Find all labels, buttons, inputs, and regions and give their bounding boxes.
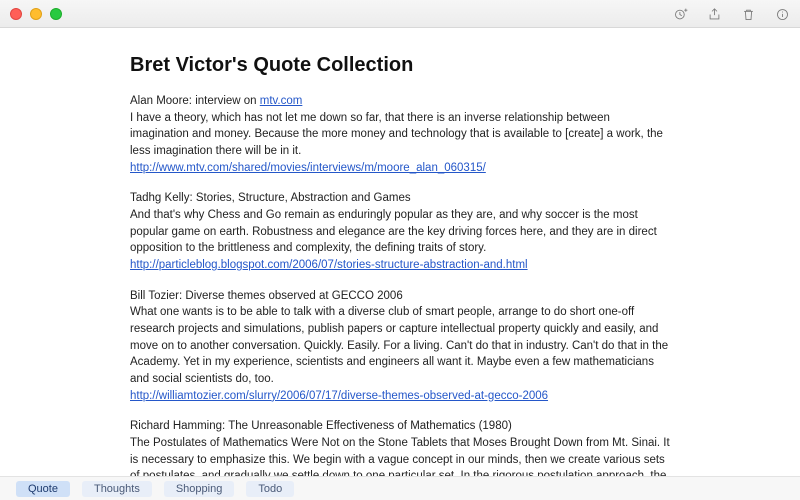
quote-text: What one wants is to be able to talk wit… — [130, 304, 670, 387]
trash-icon[interactable] — [740, 6, 756, 22]
quote-source-link[interactable]: mtv.com — [260, 95, 303, 107]
quote-entry: Richard Hamming: The Unreasonable Effect… — [130, 418, 670, 476]
tab-thoughts[interactable]: Thoughts — [82, 481, 152, 497]
note-content-area[interactable]: Bret Victor's Quote Collection Alan Moor… — [0, 28, 800, 476]
note-tab-bar: Quote Thoughts Shopping Todo — [0, 476, 800, 500]
quote-entry: Bill Tozier: Diverse themes observed at … — [130, 288, 670, 405]
quote-source: Richard Hamming: The Unreasonable Effect… — [130, 418, 670, 435]
minimize-window-button[interactable] — [30, 8, 42, 20]
quote-entry: Tadhg Kelly: Stories, Structure, Abstrac… — [130, 190, 670, 273]
quote-url[interactable]: http://particleblog.blogspot.com/2006/07… — [130, 259, 528, 271]
note-body: Bret Victor's Quote Collection Alan Moor… — [130, 54, 670, 476]
info-icon[interactable] — [774, 6, 790, 22]
tab-quote[interactable]: Quote — [16, 481, 70, 497]
quote-url[interactable]: http://williamtozier.com/slurry/2006/07/… — [130, 390, 548, 402]
note-title: Bret Victor's Quote Collection — [130, 54, 670, 77]
clock-add-icon[interactable] — [672, 6, 688, 22]
close-window-button[interactable] — [10, 8, 22, 20]
share-icon[interactable] — [706, 6, 722, 22]
window-titlebar — [0, 0, 800, 28]
quote-text: The Postulates of Mathematics Were Not o… — [130, 435, 670, 476]
quote-text: And that's why Chess and Go remain as en… — [130, 207, 670, 257]
quote-source: Alan Moore: interview on mtv.com — [130, 93, 670, 110]
quote-url[interactable]: http://www.mtv.com/shared/movies/intervi… — [130, 162, 486, 174]
traffic-lights — [10, 8, 62, 20]
quote-source: Tadhg Kelly: Stories, Structure, Abstrac… — [130, 190, 670, 207]
maximize-window-button[interactable] — [50, 8, 62, 20]
tab-todo[interactable]: Todo — [246, 481, 294, 497]
quote-text: I have a theory, which has not let me do… — [130, 110, 670, 160]
toolbar-right — [672, 0, 790, 28]
quote-source: Bill Tozier: Diverse themes observed at … — [130, 288, 670, 305]
tab-shopping[interactable]: Shopping — [164, 481, 235, 497]
quote-entry: Alan Moore: interview on mtv.com I have … — [130, 93, 670, 176]
